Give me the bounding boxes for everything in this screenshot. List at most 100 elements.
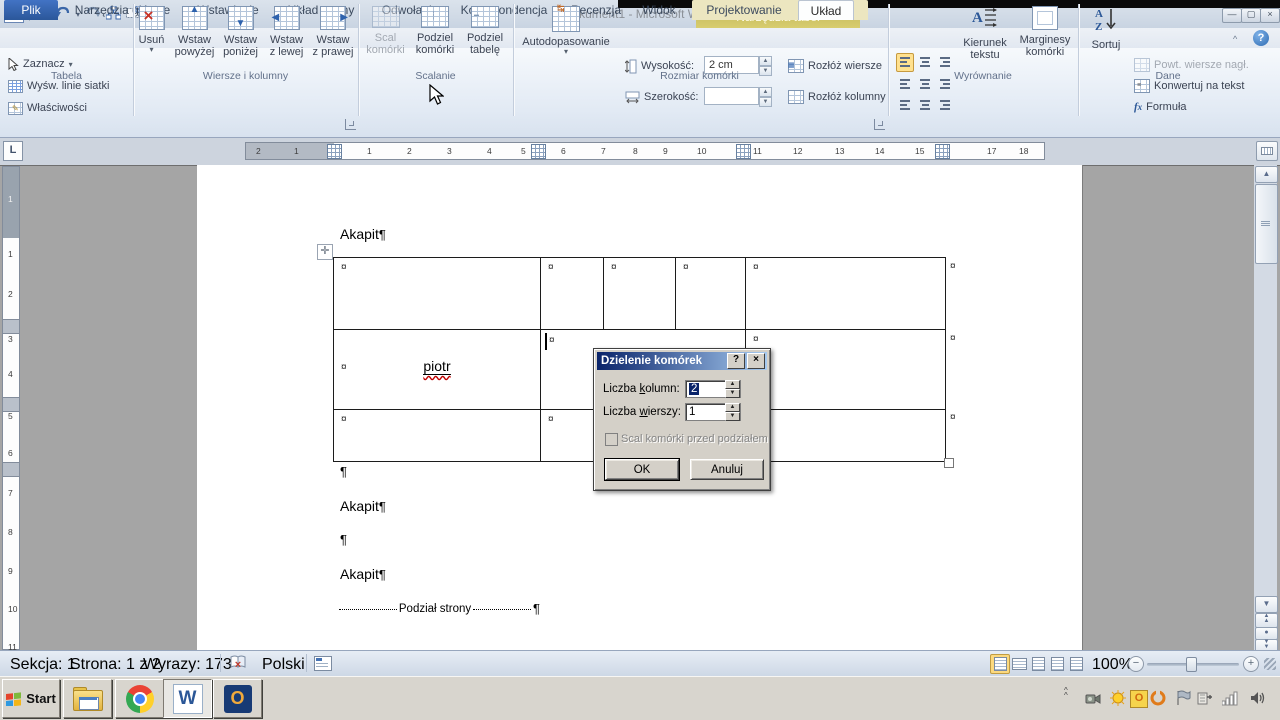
previous-page-button[interactable]: ▲▲ bbox=[1255, 613, 1278, 628]
table-row-marker[interactable] bbox=[3, 397, 19, 412]
tray-signal-icon[interactable] bbox=[1222, 690, 1238, 706]
paragraph[interactable]: Akapit¶ bbox=[340, 226, 386, 242]
view-outline-button[interactable] bbox=[1047, 654, 1067, 674]
merge-before-split-checkbox[interactable] bbox=[605, 433, 618, 446]
v-scrollbar-thumb[interactable] bbox=[1255, 184, 1278, 264]
zoom-in-button[interactable]: + bbox=[1243, 656, 1259, 672]
status-language[interactable]: Polski bbox=[262, 656, 305, 674]
align-bottom-left-button[interactable] bbox=[896, 95, 914, 114]
col-width-input[interactable] bbox=[704, 87, 759, 105]
scroll-down-button[interactable]: ▼ bbox=[1255, 596, 1278, 613]
rozmiar-dialog-launcher[interactable] bbox=[874, 119, 885, 130]
v-ruler[interactable]: 11234567891011 bbox=[2, 166, 20, 650]
empty-paragraph[interactable]: ¶ bbox=[340, 532, 347, 547]
status-words[interactable]: Wyrazy: 173 bbox=[143, 656, 232, 674]
delete-button[interactable]: × Usuń ▾ bbox=[133, 3, 170, 67]
dialog-close-button[interactable]: × bbox=[747, 353, 765, 369]
table-cell[interactable]: ¤ bbox=[676, 258, 746, 329]
align-bottom-center-button[interactable] bbox=[916, 95, 934, 114]
tray-sun-icon[interactable] bbox=[1110, 690, 1126, 706]
insert-below-button[interactable]: ▼ Wstawponiżej bbox=[218, 3, 263, 67]
zoom-level[interactable]: 100% bbox=[1092, 656, 1133, 674]
table-cell[interactable]: ¤ bbox=[334, 410, 541, 461]
wiersze-dialog-launcher[interactable] bbox=[345, 119, 356, 130]
empty-paragraph[interactable]: ¶ bbox=[340, 464, 347, 479]
merge-cells-button[interactable]: Scalkomórki bbox=[362, 3, 409, 67]
table-cell[interactable]: ¤ bbox=[746, 330, 945, 409]
tab-widok[interactable]: Widok bbox=[634, 0, 684, 20]
table-column-marker[interactable] bbox=[935, 144, 950, 159]
resize-grip[interactable] bbox=[1264, 658, 1276, 670]
cell-text[interactable]: piotr¤ bbox=[334, 358, 540, 374]
zoom-out-button[interactable]: − bbox=[1128, 656, 1144, 672]
tray-office-icon[interactable]: O bbox=[1130, 690, 1148, 708]
tray-update-icon[interactable] bbox=[1150, 690, 1166, 706]
taskbar-word-button[interactable]: W bbox=[163, 679, 212, 718]
minimize-button[interactable]: — bbox=[1222, 8, 1242, 23]
table-cell[interactable]: ¤ bbox=[334, 258, 541, 329]
taskbar-chrome-button[interactable] bbox=[115, 679, 164, 718]
dialog-title-bar[interactable]: Dzielenie komórek ? × bbox=[597, 352, 767, 370]
tray-expand-icon[interactable]: ^^ bbox=[1064, 688, 1068, 698]
insert-left-button[interactable]: ◀ Wstawz lewej bbox=[264, 3, 309, 67]
macro-record-icon[interactable] bbox=[314, 656, 332, 671]
split-cells-button[interactable]: ┆ Podzielkomórki bbox=[411, 3, 459, 67]
ruler-toggle-button[interactable] bbox=[1256, 141, 1278, 161]
sort-button[interactable]: AZ Sortuj bbox=[1084, 3, 1128, 67]
tray-flag-icon[interactable] bbox=[1175, 690, 1191, 706]
tab-plik[interactable]: Plik bbox=[4, 0, 58, 20]
tray-volume-icon[interactable] bbox=[1250, 690, 1266, 706]
split-table-button[interactable]: ━ Podzieltabelę bbox=[461, 3, 509, 67]
ok-button[interactable]: OK bbox=[605, 459, 679, 480]
text-direction-button[interactable]: A Kierunektekstu bbox=[958, 3, 1012, 67]
autofit-button[interactable]: ↹ Autodopasowanie ▾ bbox=[517, 3, 615, 67]
restore-button[interactable]: ▢ bbox=[1241, 8, 1261, 23]
paragraph[interactable]: Akapit¶ bbox=[340, 498, 386, 514]
spellcheck-icon[interactable]: × bbox=[230, 655, 248, 675]
insert-right-button[interactable]: ▶ Wstawz prawej bbox=[310, 3, 356, 67]
table-column-marker[interactable] bbox=[327, 144, 342, 159]
align-bottom-right-button[interactable] bbox=[936, 95, 954, 114]
paragraph[interactable]: Akapit¶ bbox=[340, 566, 386, 582]
minimize-ribbon-icon[interactable]: ^ bbox=[1233, 34, 1237, 44]
help-icon[interactable]: ? bbox=[1253, 30, 1269, 46]
table-column-marker[interactable] bbox=[531, 144, 546, 159]
table-properties-button[interactable]: ✎ Właściwości bbox=[8, 99, 87, 117]
close-button[interactable]: × bbox=[1260, 8, 1280, 23]
start-button[interactable]: Start bbox=[2, 679, 60, 718]
table-cell[interactable]: ¤ bbox=[604, 258, 676, 329]
tab-stop-selector[interactable]: L bbox=[3, 141, 23, 161]
tab-uklad[interactable]: Układ bbox=[798, 0, 854, 20]
dialog-help-button[interactable]: ? bbox=[727, 353, 745, 369]
zoom-slider-thumb[interactable] bbox=[1186, 657, 1197, 672]
columns-spinner[interactable]: ▲▼ bbox=[725, 380, 740, 398]
view-print-layout-button[interactable] bbox=[990, 654, 1010, 674]
table-cell[interactable]: ¤ bbox=[746, 258, 945, 329]
table-row-marker[interactable] bbox=[3, 462, 19, 477]
table-row-marker[interactable] bbox=[3, 319, 19, 334]
cell-margins-button[interactable]: Marginesykomórki bbox=[1014, 3, 1076, 67]
tab-projektowanie[interactable]: Projektowanie bbox=[698, 0, 790, 20]
table-cell-piotr[interactable]: piotr¤ bbox=[334, 330, 541, 409]
taskbar-outlook-button[interactable]: O bbox=[213, 679, 262, 718]
contextual-tabs: Projektowanie Układ bbox=[692, 0, 868, 20]
table-resize-handle[interactable] bbox=[944, 458, 954, 468]
taskbar-explorer-button[interactable] bbox=[63, 679, 112, 718]
col-width-spinner[interactable]: ▲▼ bbox=[759, 87, 772, 105]
cancel-button[interactable]: Anuluj bbox=[690, 459, 764, 480]
scroll-up-button[interactable]: ▲ bbox=[1255, 166, 1278, 183]
table-move-handle[interactable]: ✛ bbox=[317, 244, 333, 260]
rows-spinner[interactable]: ▲▼ bbox=[725, 403, 740, 421]
view-web-layout-button[interactable] bbox=[1028, 654, 1048, 674]
distribute-cols-button[interactable]: Rozłóż kolumny bbox=[788, 88, 886, 106]
status-section[interactable]: Sekcja: 1 bbox=[10, 656, 76, 674]
insert-above-button[interactable]: ▲ Wstawpowyżej bbox=[172, 3, 217, 67]
table-column-marker[interactable] bbox=[736, 144, 751, 159]
view-draft-button[interactable] bbox=[1066, 654, 1086, 674]
view-fullscreen-reading-button[interactable] bbox=[1009, 654, 1029, 674]
h-ruler[interactable]: 211234567891011121314151718 bbox=[245, 142, 1045, 160]
tray-camera-icon[interactable] bbox=[1085, 690, 1101, 706]
tray-plug-icon[interactable] bbox=[1197, 690, 1213, 706]
formula-button[interactable]: fx Formuła bbox=[1134, 98, 1187, 116]
table-cell[interactable]: ¤ bbox=[541, 258, 604, 329]
